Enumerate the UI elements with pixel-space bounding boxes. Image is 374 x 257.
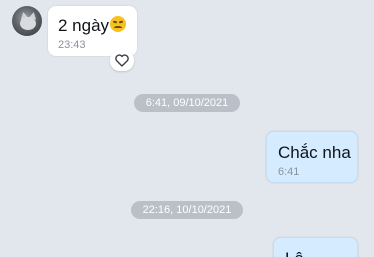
date-divider: 6:41, 09/10/2021 [134,94,240,112]
message-time: 6:41 [278,166,300,178]
message-text: 2 ngày [58,16,110,35]
message-text: Lâ... [285,249,357,257]
sad-face-emoji-icon [110,16,127,32]
cat-face [20,17,36,30]
message-bubble-outgoing[interactable]: Chắc nha 6:41 [266,131,358,183]
chat-view: 2 ngày 23:43 6:41, 09/10/2021 Chắc nha 6… [0,0,374,257]
message-bubble-outgoing[interactable]: Lâ... [273,237,358,257]
message-text: Chắc nha [278,143,351,162]
contact-avatar[interactable] [12,6,42,36]
date-divider: 22:16, 10/10/2021 [131,201,243,219]
message-bubble-incoming[interactable]: 2 ngày 23:43 [48,6,137,56]
heart-outline-icon[interactable] [110,50,134,71]
